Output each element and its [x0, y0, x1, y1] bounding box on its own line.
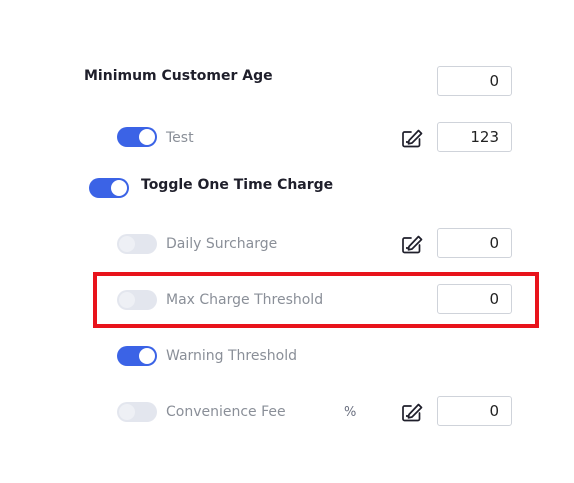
- test-toggle[interactable]: [117, 127, 157, 147]
- toggle-knob: [111, 180, 127, 196]
- convenience-fee-input[interactable]: [437, 396, 512, 426]
- edit-pencil-icon[interactable]: [401, 401, 425, 423]
- test-label: Test: [166, 130, 194, 146]
- max-charge-threshold-input[interactable]: [437, 284, 512, 314]
- min-customer-age-input[interactable]: [437, 66, 512, 96]
- min-customer-age-label: Minimum Customer Age: [84, 68, 273, 84]
- edit-pencil-icon[interactable]: [401, 233, 425, 255]
- one-time-charge-label: Toggle One Time Charge: [141, 177, 334, 193]
- convenience-fee-label: Convenience Fee: [166, 404, 286, 420]
- toggle-knob: [139, 348, 155, 364]
- toggle-knob: [139, 129, 155, 145]
- toggle-knob: [119, 292, 135, 308]
- daily-surcharge-toggle[interactable]: [117, 234, 157, 254]
- one-time-charge-toggle[interactable]: [89, 178, 129, 198]
- toggle-knob: [119, 404, 135, 420]
- settings-panel: Minimum Customer Age Test Toggle One Tim…: [0, 0, 574, 483]
- warning-threshold-label: Warning Threshold: [166, 348, 298, 364]
- max-charge-threshold-toggle[interactable]: [117, 290, 157, 310]
- daily-surcharge-label: Daily Surcharge: [166, 236, 278, 252]
- convenience-fee-toggle[interactable]: [117, 402, 157, 422]
- daily-surcharge-input[interactable]: [437, 228, 512, 258]
- max-charge-threshold-label: Max Charge Threshold: [166, 292, 324, 308]
- percent-unit: %: [344, 405, 357, 420]
- edit-pencil-icon[interactable]: [401, 127, 425, 149]
- warning-threshold-toggle[interactable]: [117, 346, 157, 366]
- toggle-knob: [119, 236, 135, 252]
- test-input[interactable]: [437, 122, 512, 152]
